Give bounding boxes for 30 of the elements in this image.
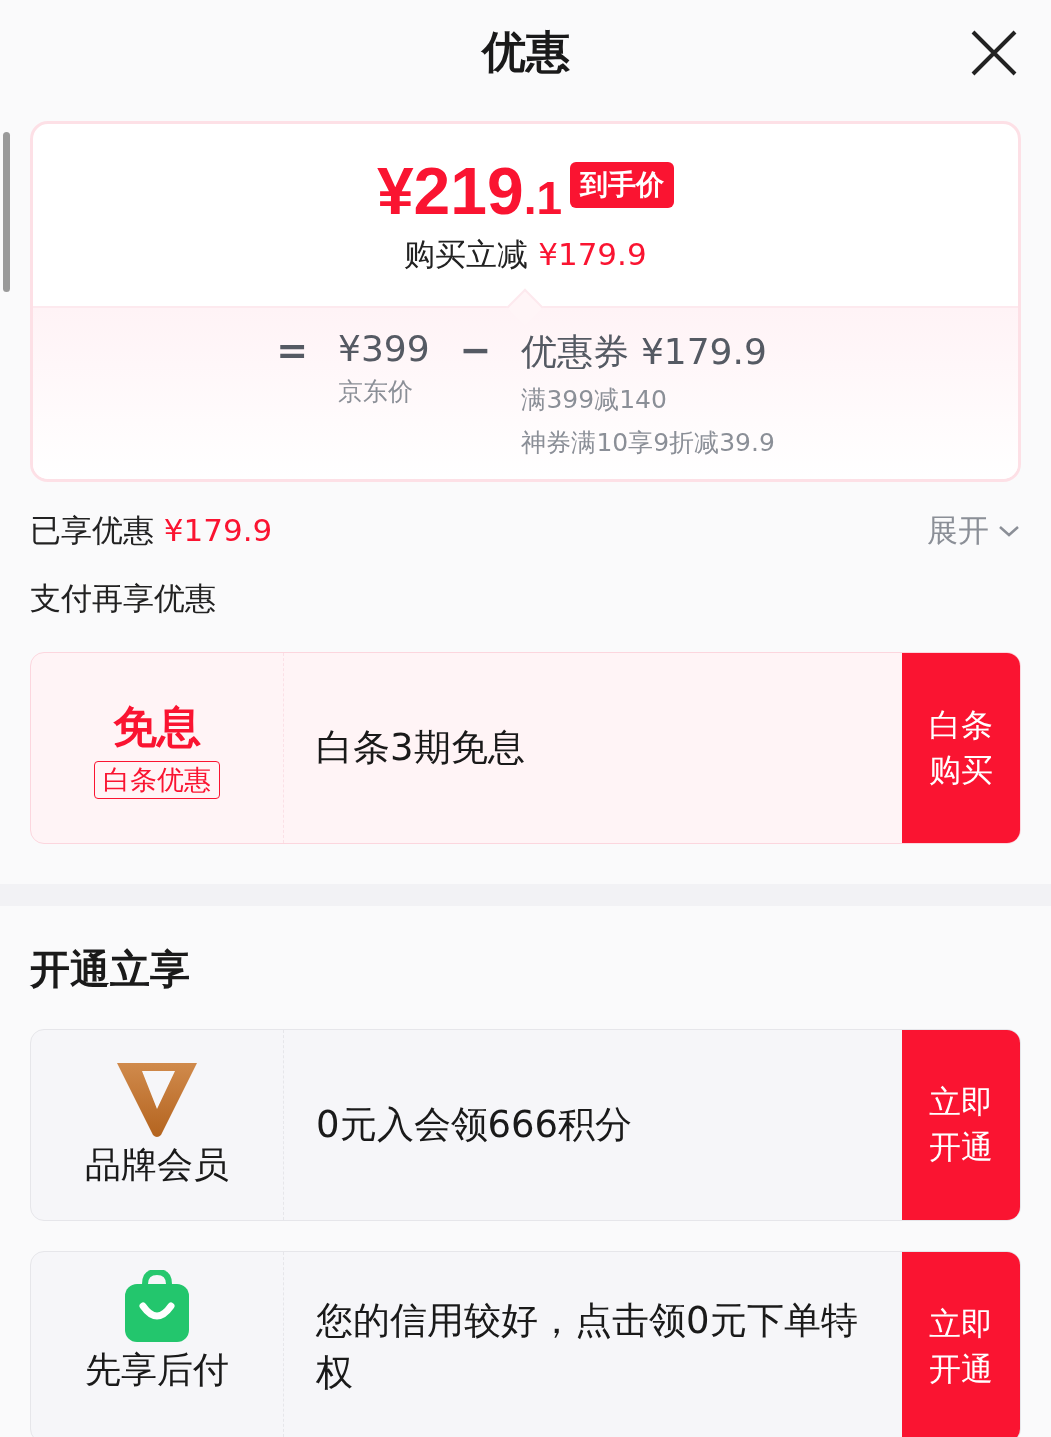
offer-text: 白条3期免息: [316, 725, 525, 772]
base-price-label: 京东价: [338, 376, 414, 408]
offer-text: 0元入会领666积分: [316, 1102, 633, 1149]
offer-tag: 白条优惠: [94, 760, 220, 799]
base-price: ¥399: [338, 328, 430, 369]
expand-toggle[interactable]: 展开: [927, 510, 1021, 552]
enjoyed-discount: 已享优惠 ¥179.9: [30, 511, 273, 550]
offer-action-button[interactable]: 立即开通: [902, 1030, 1020, 1220]
coupon-detail: 满399减140: [521, 384, 668, 416]
page-title: 优惠: [481, 25, 570, 79]
section-title: 支付再享优惠: [30, 579, 217, 618]
instant-reduction: 购买立减 ¥179.9: [404, 235, 647, 274]
scrollbar[interactable]: [3, 132, 10, 292]
coupon-detail: 神券满10享9折减39.9: [521, 427, 775, 459]
final-price-tag: 到手价: [570, 162, 675, 208]
v-logo-icon: [117, 1060, 197, 1137]
equals-sign: =: [276, 328, 308, 374]
close-button[interactable]: [969, 28, 1019, 78]
coupon-total: 优惠券 ¥179.9: [521, 330, 768, 374]
offer-label: 品牌会员: [85, 1142, 229, 1187]
final-price: ¥219.1: [376, 158, 563, 224]
section-title: 开通立享: [30, 945, 191, 994]
chevron-down-icon: [997, 523, 1021, 539]
offer-label: 先享后付: [85, 1348, 229, 1392]
minus-sign: −: [459, 328, 492, 374]
offer-text: 您的信用较好，点击领0元下单特权: [316, 1298, 859, 1396]
offer-title: 免息: [113, 699, 201, 754]
offer-action-button[interactable]: 白条购买: [902, 653, 1020, 843]
offer-action-button[interactable]: 立即开通: [902, 1252, 1020, 1437]
shopping-bag-icon: [125, 1270, 189, 1342]
